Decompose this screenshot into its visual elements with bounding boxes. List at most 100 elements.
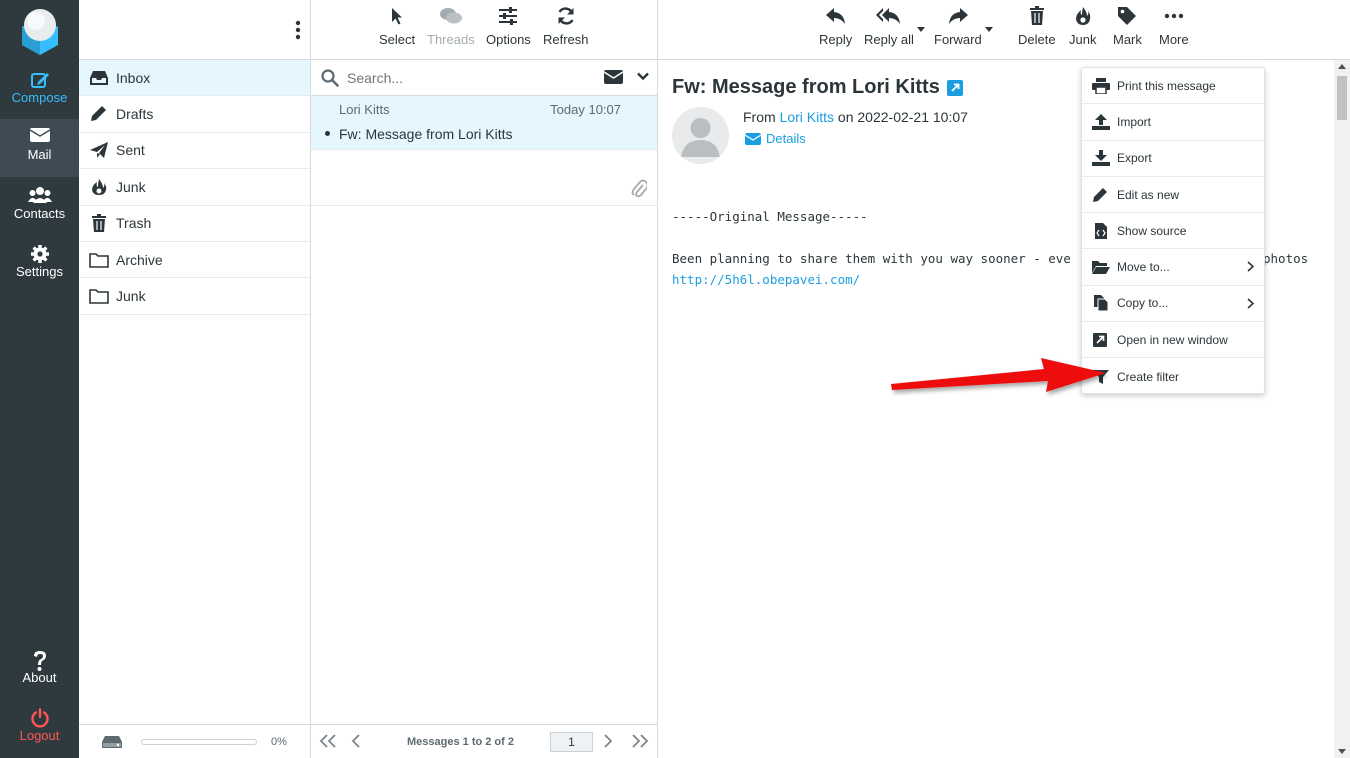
- menu-show-source[interactable]: Show source: [1082, 213, 1264, 250]
- inbox-icon: [90, 70, 108, 85]
- message-from: Lori Kitts: [339, 102, 390, 117]
- nav-contacts-label: Contacts: [13, 206, 66, 221]
- scrollbar[interactable]: [1334, 60, 1350, 758]
- body-line: Been planning to share them with you way…: [672, 251, 1071, 266]
- message-row-attachment[interactable]: [311, 150, 657, 206]
- nav-about[interactable]: About: [0, 642, 79, 700]
- forward-label: Forward: [934, 32, 982, 47]
- reply-button[interactable]: Reply: [819, 6, 852, 47]
- trash-icon: [92, 214, 106, 233]
- nav-logout-label: Logout: [19, 728, 60, 743]
- chevron-right-icon: [1247, 298, 1254, 309]
- scrollbar-thumb[interactable]: [1337, 76, 1347, 120]
- chevron-down-icon[interactable]: [637, 72, 649, 81]
- message-date-text: on 2022-02-21 10:07: [837, 109, 968, 125]
- nav-mail[interactable]: Mail: [0, 119, 79, 177]
- unread-dot-icon: [325, 131, 330, 136]
- select-label: Select: [379, 32, 416, 47]
- menu-edit-as-new[interactable]: Edit as new: [1082, 177, 1264, 214]
- pagination-text: Messages 1 to 2 of 2: [407, 736, 514, 748]
- more-button[interactable]: More: [1159, 6, 1189, 47]
- prev-page-icon[interactable]: [351, 734, 361, 748]
- search-input[interactable]: [347, 69, 587, 86]
- threads-label: Threads: [427, 32, 475, 47]
- paper-plane-icon: [90, 142, 108, 159]
- details-toggle[interactable]: Details: [745, 131, 806, 146]
- forward-button[interactable]: Forward: [934, 6, 982, 47]
- chevron-right-icon: [1247, 261, 1254, 273]
- mark-button[interactable]: Mark: [1113, 6, 1142, 47]
- reply-all-button[interactable]: Reply all: [864, 6, 914, 47]
- nav-settings[interactable]: Settings: [0, 236, 79, 294]
- scroll-up-icon[interactable]: [1338, 64, 1346, 69]
- quota-footer: 0%: [79, 724, 310, 758]
- quota-percent: 0%: [271, 735, 287, 748]
- roundcube-logo[interactable]: [14, 5, 66, 57]
- message-list-pane: Select Threads Options Refresh Lori Kitt…: [311, 0, 658, 758]
- task-menu: Compose Mail Contacts Settings About Log…: [0, 0, 79, 758]
- menu-move-to[interactable]: Move to...: [1082, 249, 1264, 286]
- copy-icon: [1094, 295, 1109, 312]
- folder-drafts[interactable]: Drafts: [79, 96, 310, 133]
- menu-export[interactable]: Export: [1082, 141, 1264, 177]
- ellipsis-icon: [1164, 13, 1184, 19]
- folder-inbox[interactable]: Inbox: [79, 60, 310, 97]
- next-page-icon[interactable]: [603, 734, 613, 748]
- sender-link[interactable]: Lori Kitts: [780, 109, 834, 125]
- folder-icon: [89, 252, 109, 268]
- threads-button[interactable]: Threads: [427, 6, 475, 47]
- options-button[interactable]: Options: [486, 6, 531, 47]
- menu-label: Export: [1117, 151, 1152, 166]
- download-icon: [1092, 150, 1110, 167]
- menu-import[interactable]: Import: [1082, 104, 1264, 141]
- nav-logout[interactable]: Logout: [0, 700, 79, 758]
- compose-icon: [30, 73, 49, 88]
- menu-label: Print this message: [1117, 78, 1216, 93]
- reply-all-dropdown-icon[interactable]: [917, 27, 925, 32]
- last-page-icon[interactable]: [631, 734, 649, 748]
- nav-contacts[interactable]: Contacts: [0, 178, 79, 236]
- folder-archive[interactable]: Archive: [79, 242, 310, 279]
- nav-settings-label: Settings: [16, 264, 63, 279]
- envelope-icon[interactable]: [604, 70, 623, 84]
- external-link-icon: [1093, 332, 1107, 347]
- users-icon: [27, 187, 52, 203]
- external-link-icon[interactable]: [947, 80, 963, 96]
- folder-trash[interactable]: Trash: [79, 206, 310, 242]
- message-row[interactable]: Lori Kitts Today 10:07 Fw: Message from …: [311, 96, 657, 150]
- body-link[interactable]: http://5h6l.obepavei.com/: [672, 272, 860, 287]
- scroll-down-icon[interactable]: [1338, 749, 1346, 754]
- body-line-tail: photos: [1263, 251, 1309, 266]
- nav-mail-label: Mail: [27, 147, 52, 162]
- refresh-button[interactable]: Refresh: [543, 6, 589, 47]
- folder-junk[interactable]: Junk: [79, 169, 310, 206]
- more-menu: Print this message Import Export Edit as…: [1081, 67, 1265, 394]
- menu-copy-to[interactable]: Copy to...: [1082, 286, 1264, 323]
- list-footer: Messages 1 to 2 of 2 1: [311, 724, 657, 758]
- folder-label: Drafts: [116, 106, 154, 123]
- menu-label: Copy to...: [1117, 296, 1169, 311]
- mark-label: Mark: [1113, 32, 1142, 47]
- first-page-icon[interactable]: [319, 734, 337, 748]
- user-icon: [681, 118, 720, 157]
- nav-compose[interactable]: Compose: [0, 62, 79, 120]
- hard-drive-icon: [102, 735, 122, 748]
- folder-sent[interactable]: Sent: [79, 133, 310, 170]
- junk-button[interactable]: Junk: [1069, 6, 1096, 47]
- sender-avatar: [672, 107, 729, 164]
- reply-all-icon: [875, 8, 900, 24]
- forward-dropdown-icon[interactable]: [985, 27, 993, 32]
- select-button[interactable]: Select: [379, 6, 415, 47]
- delete-button[interactable]: Delete: [1018, 6, 1056, 47]
- kebab-menu-icon[interactable]: [294, 20, 302, 40]
- menu-label: Edit as new: [1117, 187, 1180, 202]
- menu-print[interactable]: Print this message: [1082, 68, 1264, 105]
- paperclip-icon: [631, 179, 647, 198]
- page-number-input[interactable]: 1: [550, 732, 593, 752]
- menu-open-new-window[interactable]: Open in new window: [1082, 322, 1264, 359]
- refresh-icon: [558, 7, 574, 25]
- search-bar: [311, 60, 657, 96]
- folder-junk-2[interactable]: Junk: [79, 278, 310, 315]
- reply-icon: [825, 8, 845, 24]
- reply-all-label: Reply all: [864, 32, 914, 47]
